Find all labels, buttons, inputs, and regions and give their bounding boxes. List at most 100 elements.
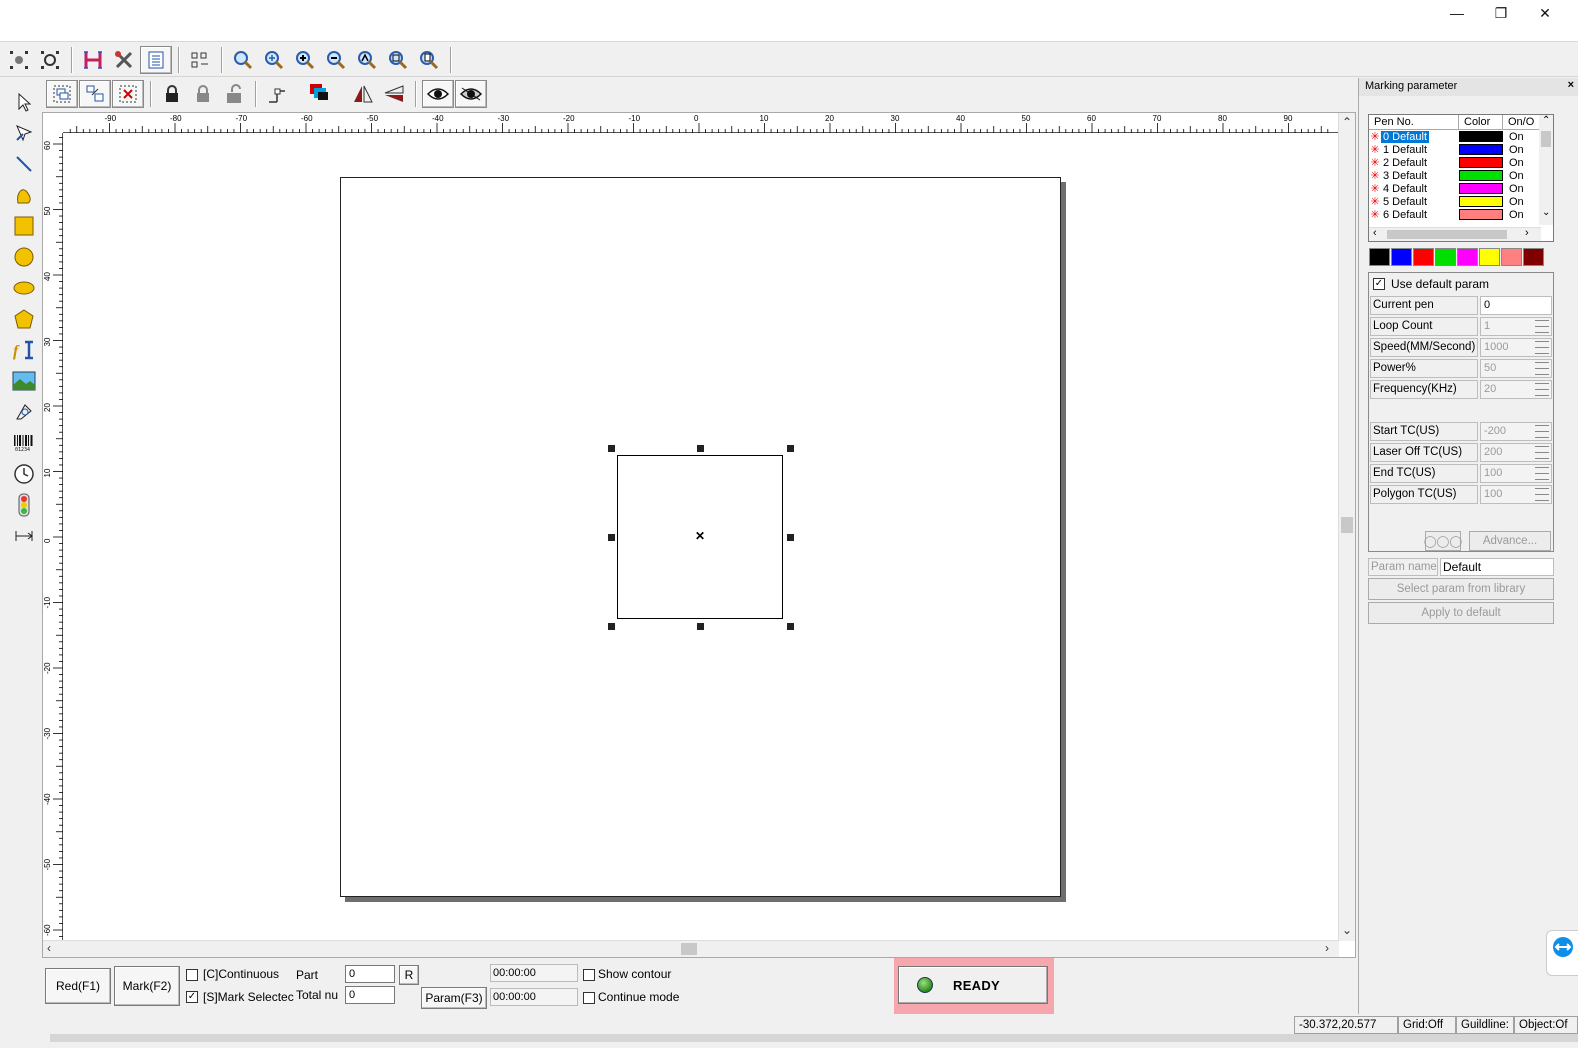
palette-swatch[interactable] (1413, 248, 1434, 266)
spin-icon[interactable] (1535, 446, 1549, 459)
text-icon[interactable]: f (6, 334, 42, 365)
zoom-minus-icon[interactable] (321, 46, 351, 74)
selection-handle[interactable] (608, 623, 615, 630)
param-value-field[interactable]: 100 (1480, 464, 1552, 483)
pen-row[interactable]: ✳ 0 Default On (1369, 130, 1553, 143)
pen-list-vscroll[interactable]: ⌃ ⌄ (1539, 115, 1553, 225)
pen-row[interactable]: ✳ 1 Default On (1369, 143, 1553, 157)
palette-swatch[interactable] (1479, 248, 1500, 266)
tools-icon[interactable] (109, 46, 139, 74)
total-input[interactable]: 0 (345, 986, 395, 1004)
pen-color-swatch[interactable] (1459, 131, 1503, 142)
pen-row[interactable]: ✳ 6 Default On (1369, 208, 1553, 222)
extend-axis-icon[interactable] (6, 520, 42, 551)
spin-icon[interactable] (1535, 488, 1549, 501)
pen-state[interactable]: On (1509, 170, 1524, 182)
continuous-checkbox[interactable] (186, 969, 198, 981)
zoom-in-icon[interactable] (259, 46, 289, 74)
select-invert-icon[interactable] (35, 46, 65, 74)
apply-to-default-button[interactable]: Apply to default (1368, 602, 1554, 624)
node-edit-icon[interactable] (6, 117, 42, 148)
pen-state[interactable]: On (1509, 144, 1524, 156)
selection-handle[interactable] (787, 445, 794, 452)
use-default-checkbox[interactable]: ✓ (1373, 278, 1385, 290)
zoom-page-icon[interactable] (414, 46, 444, 74)
continue-mode-checkbox[interactable] (583, 992, 595, 1004)
image-icon[interactable] (6, 365, 42, 396)
minimize-button[interactable]: — (1434, 0, 1480, 26)
ready-status-button[interactable]: READY (898, 966, 1048, 1004)
selection-handle[interactable] (787, 534, 794, 541)
part-input[interactable]: 0 (345, 965, 395, 983)
unlock-all-icon[interactable] (219, 80, 249, 108)
palette-swatch[interactable] (1391, 248, 1412, 266)
ungroup-icon[interactable] (79, 80, 111, 108)
pen-state[interactable]: On (1509, 157, 1524, 169)
spin-icon[interactable] (1535, 383, 1549, 396)
unlock-icon[interactable] (188, 80, 218, 108)
palette-swatch[interactable] (1457, 248, 1478, 266)
advance-button[interactable]: Advance... (1469, 531, 1551, 551)
zoom-plus-icon[interactable] (290, 46, 320, 74)
palette-swatch[interactable] (1435, 248, 1456, 266)
spin-icon[interactable] (1535, 341, 1549, 354)
palette-swatch[interactable] (1369, 248, 1390, 266)
use-default-row[interactable]: ✓ Use default param (1373, 277, 1489, 291)
restore-button[interactable]: ❐ (1478, 0, 1524, 26)
close-button[interactable]: ✕ (1522, 0, 1568, 26)
pen-row[interactable]: ✳ 3 Default On (1369, 169, 1553, 183)
mark-selected-checkbox[interactable]: ✓ (186, 991, 198, 1003)
io-port-icon[interactable] (6, 489, 42, 520)
panel-close-button[interactable]: × (1568, 79, 1574, 91)
curve-icon[interactable] (6, 179, 42, 210)
selection-handle[interactable] (787, 623, 794, 630)
remote-support-icon[interactable] (1546, 930, 1578, 976)
pen-row[interactable]: ✳ 4 Default On (1369, 182, 1553, 196)
selection-handle[interactable] (608, 445, 615, 452)
rectangle-icon[interactable] (6, 210, 42, 241)
guideline-status[interactable]: Guildline: (1456, 1016, 1514, 1034)
param-value-field[interactable]: 200 (1480, 443, 1552, 462)
param-value-field[interactable]: 100 (1480, 485, 1552, 504)
col-color[interactable]: Color (1459, 115, 1503, 129)
zoom-icon[interactable] (228, 46, 258, 74)
col-on-off[interactable]: On/O (1503, 115, 1539, 129)
node-icon[interactable] (262, 80, 292, 108)
zoom-select-icon[interactable] (383, 46, 413, 74)
mark-button[interactable]: Mark(F2) (114, 966, 180, 1006)
lock-icon[interactable] (157, 80, 187, 108)
selection-handle[interactable] (697, 623, 704, 630)
show-contour-checkbox[interactable] (583, 969, 595, 981)
hide-icon[interactable] (455, 80, 487, 108)
pen-color-swatch[interactable] (1459, 183, 1503, 194)
param-value-field[interactable]: 1 (1480, 317, 1552, 336)
pointer-icon[interactable] (6, 86, 42, 117)
select-from-library-button[interactable]: Select param from library (1368, 578, 1554, 600)
list-icon[interactable] (140, 45, 172, 74)
pen-row[interactable]: ✳ 5 Default On (1369, 195, 1553, 209)
pen-state[interactable]: On (1509, 131, 1524, 143)
param-value-field[interactable]: 1000 (1480, 338, 1552, 357)
drawing-canvas[interactable]: -90 -80 -70 -60 -50 -40 -30 -20 -10 0 10 20 30 40 50 60… (42, 112, 1356, 958)
selection-handle[interactable] (608, 534, 615, 541)
distribute-icon[interactable] (185, 46, 215, 74)
line-icon[interactable] (6, 148, 42, 179)
pen-row[interactable]: ✳ 2 Default On (1369, 156, 1553, 170)
grid-status[interactable]: Grid:Off (1398, 1016, 1456, 1034)
param-name-field[interactable]: Default (1440, 558, 1554, 576)
reset-part-button[interactable]: R (399, 965, 419, 985)
show-icon[interactable] (422, 80, 454, 108)
hatch-icon[interactable] (78, 46, 108, 74)
group-icon[interactable] (46, 80, 78, 108)
param-button[interactable]: Param(F3) (421, 987, 487, 1009)
horizontal-scrollbar[interactable]: ‹ › (43, 940, 1339, 957)
param-value-field[interactable]: 0 (1480, 296, 1552, 315)
pen-color-swatch[interactable] (1459, 209, 1503, 220)
param-value-field[interactable]: 20 (1480, 380, 1552, 399)
palette-swatch[interactable] (1501, 248, 1522, 266)
pen-color-swatch[interactable] (1459, 170, 1503, 181)
pen-state[interactable]: On (1509, 196, 1524, 208)
param-value-field[interactable]: -200 (1480, 422, 1552, 441)
polygon-icon[interactable] (6, 303, 42, 334)
selection-handle[interactable] (697, 445, 704, 452)
